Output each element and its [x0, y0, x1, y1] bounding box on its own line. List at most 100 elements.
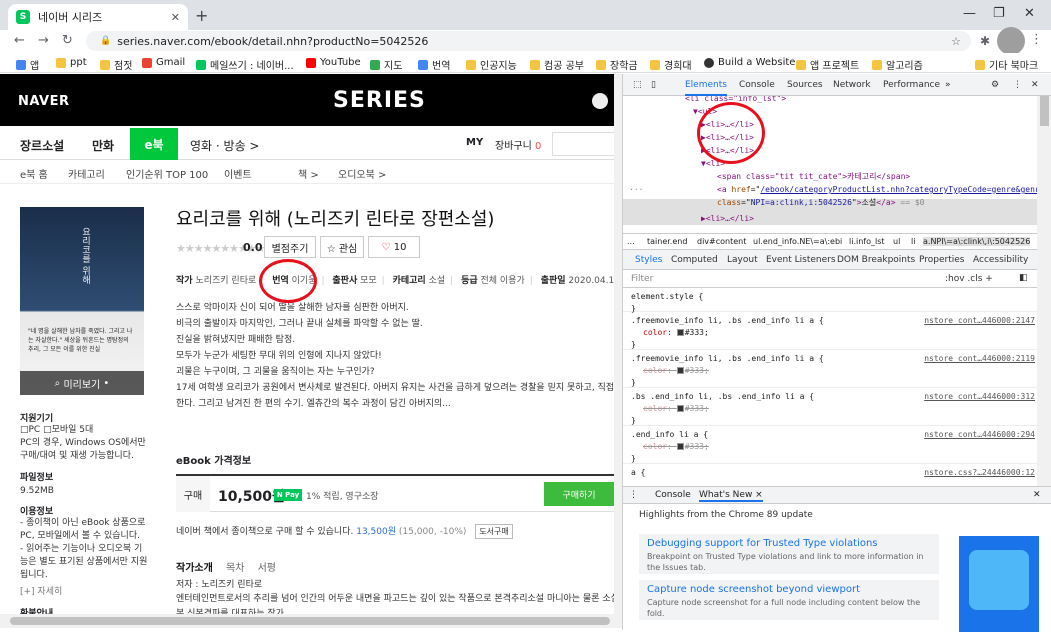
- dom-node[interactable]: ▶<li>…</li>: [701, 212, 754, 225]
- tab-console[interactable]: Console: [739, 80, 775, 90]
- settings-gear-icon[interactable]: ⚙: [991, 80, 999, 90]
- scroll-thumb[interactable]: [10, 617, 610, 625]
- toggle-sidebar-icon[interactable]: ◧: [1019, 273, 1028, 283]
- paper-buy-button[interactable]: 도서구매: [475, 524, 513, 539]
- buy-button[interactable]: 구매하기: [544, 482, 614, 506]
- bookmark-star-icon[interactable]: ☆: [951, 35, 961, 48]
- whats-new-card[interactable]: Capture node screenshot beyond viewport …: [639, 580, 939, 620]
- bookmark-item[interactable]: Gmail: [142, 57, 185, 68]
- dom-selected-node-cont[interactable]: class="NPI=a:clink,i:5042526">소설</a> == …: [717, 196, 924, 209]
- css-rule[interactable]: a { nstore.css?…24446000:12: [623, 464, 1037, 483]
- bookmark-item[interactable]: 경희대: [650, 57, 692, 72]
- minimize-icon[interactable]: —: [963, 6, 976, 21]
- color-swatch[interactable]: [676, 443, 684, 450]
- cat-ebook[interactable]: e북: [130, 128, 178, 160]
- dom-node[interactable]: <span class="tit tit_cate">카테고리</span>: [717, 170, 910, 183]
- meta-author[interactable]: 노리즈키 린타로: [195, 276, 256, 286]
- browser-tab[interactable]: S 네이버 시리즈 ✕: [8, 4, 188, 30]
- tab-review[interactable]: 서평: [258, 563, 276, 574]
- cat-genre-novel[interactable]: 장르소설: [20, 137, 64, 154]
- bookmark-item[interactable]: 알고리즘: [872, 57, 923, 72]
- bookmark-item[interactable]: ppt: [56, 57, 87, 68]
- css-rule[interactable]: .bs .end_info li, .bs .end_info li a { c…: [623, 388, 1037, 426]
- tab-accessibility[interactable]: Accessibility: [973, 255, 1028, 265]
- device-toggle-icon[interactable]: ▯: [651, 80, 656, 90]
- my-link[interactable]: MY: [466, 137, 483, 148]
- drawer-menu-icon[interactable]: ⋮: [629, 490, 638, 500]
- bookmark-item[interactable]: 지도: [370, 57, 402, 72]
- preview-button[interactable]: ⌕ 미리보기 •: [20, 371, 144, 395]
- tab-properties[interactable]: Properties: [919, 255, 964, 265]
- new-tab-icon[interactable]: +: [195, 6, 208, 25]
- whats-new-card[interactable]: Debugging support for Trusted Type viola…: [639, 534, 939, 574]
- tab-elements[interactable]: Elements: [685, 80, 727, 96]
- cat-comic[interactable]: 만화: [92, 137, 114, 154]
- close-window-icon[interactable]: ✕: [1024, 6, 1035, 21]
- bookmark-item[interactable]: 장학금: [596, 57, 638, 72]
- subnav-ebook-home[interactable]: e북 홈: [20, 166, 48, 181]
- tab-author-intro[interactable]: 작가소개: [176, 563, 213, 574]
- color-swatch[interactable]: [676, 405, 684, 412]
- meta-category[interactable]: 소설: [429, 276, 446, 286]
- subnav-book[interactable]: 책 >: [298, 166, 319, 181]
- tab-performance[interactable]: Performance: [883, 80, 940, 90]
- bookmark-item[interactable]: 점젓: [100, 57, 132, 72]
- bookmark-item[interactable]: 앱 프로젝트: [796, 57, 859, 72]
- heart-button[interactable]: ♡ 10: [368, 236, 420, 258]
- forward-icon[interactable]: →: [38, 33, 49, 48]
- color-swatch[interactable]: [676, 367, 684, 374]
- inspect-icon[interactable]: ⬚: [633, 80, 642, 90]
- tab-layout[interactable]: Layout: [727, 255, 758, 265]
- dom-selected-node[interactable]: <a href="/ebook/categoryProductList.nhn?…: [717, 183, 1037, 196]
- naver-logo[interactable]: NAVER: [18, 94, 70, 109]
- drawer-tab-console[interactable]: Console: [655, 490, 691, 500]
- close-devtools-icon[interactable]: ✕: [1031, 80, 1039, 90]
- bookmark-other[interactable]: 기타 북마크: [975, 57, 1038, 72]
- like-button[interactable]: ☆ 관심: [320, 236, 364, 258]
- user-icon[interactable]: [592, 93, 608, 109]
- profile-avatar[interactable]: [997, 27, 1025, 55]
- css-rule[interactable]: .freemovie_info li, .bs .end_info li a {…: [623, 350, 1037, 388]
- book-cover[interactable]: 요리코를 위해 "네 명을 살해한 남자를 죽였다. 그리고 나는 자살한다."…: [20, 207, 144, 395]
- devtools-menu-icon[interactable]: ⋮: [1013, 80, 1022, 90]
- drawer-tab-whats-new[interactable]: What's New ×: [699, 490, 763, 502]
- rate-button[interactable]: 별점주기: [264, 236, 316, 258]
- bookmark-item[interactable]: YouTube: [306, 57, 361, 68]
- filter-tools[interactable]: :hov .cls +: [945, 274, 993, 284]
- tab-toc[interactable]: 목차: [226, 563, 244, 574]
- close-drawer-icon[interactable]: ✕: [1033, 490, 1041, 500]
- series-logo[interactable]: SERIES: [333, 88, 426, 113]
- back-icon[interactable]: ←: [14, 33, 25, 48]
- close-tab-icon[interactable]: ✕: [171, 11, 180, 24]
- search-input[interactable]: [552, 132, 622, 156]
- css-rule[interactable]: .freemovie_info li, .bs .end_info li a {…: [623, 312, 1037, 350]
- css-rule[interactable]: .end_info li a { color: #333; } nstore_c…: [623, 426, 1037, 464]
- bookmark-item[interactable]: 메일쓰기 : 네이버...: [196, 57, 294, 72]
- cart-link[interactable]: 장바구니 0: [495, 137, 541, 152]
- selected-href[interactable]: /ebook/categoryProductList.nhn?categoryT…: [760, 185, 1037, 194]
- extensions-icon[interactable]: ✱: [980, 34, 990, 48]
- restore-icon[interactable]: ❐: [993, 6, 1005, 21]
- bookmark-item[interactable]: 번역: [418, 57, 450, 72]
- subnav-category[interactable]: 카테고리: [68, 166, 105, 181]
- tab-network[interactable]: Network: [833, 80, 871, 90]
- page-vertical-scrollbar[interactable]: [614, 74, 622, 614]
- bookmark-item[interactable]: 컴공 공부: [530, 57, 584, 72]
- subnav-audiobook[interactable]: 오디오북 >: [338, 166, 386, 181]
- url-bar[interactable]: 🔒 series.naver.com/ebook/detail.nhn?prod…: [86, 31, 971, 51]
- bookmark-item[interactable]: 인공지능: [466, 57, 517, 72]
- tab-styles[interactable]: Styles: [635, 255, 662, 265]
- tab-event-listeners[interactable]: Event Listeners: [766, 255, 836, 265]
- more-tabs-icon[interactable]: »: [945, 80, 951, 90]
- tab-dom-breakpoints[interactable]: DOM Breakpoints: [837, 255, 915, 265]
- bookmark-item[interactable]: Build a Website: [704, 57, 795, 68]
- page-horizontal-scrollbar[interactable]: [0, 614, 622, 628]
- filter-input[interactable]: Filter: [631, 274, 653, 284]
- meta-publisher[interactable]: 모모: [360, 276, 377, 286]
- tab-sources[interactable]: Sources: [787, 80, 823, 90]
- tab-computed[interactable]: Computed: [671, 255, 718, 265]
- reload-icon[interactable]: ↻: [62, 33, 73, 48]
- cat-movie[interactable]: 영화 · 방송 >: [190, 137, 259, 154]
- color-swatch[interactable]: [676, 329, 684, 336]
- scroll-thumb[interactable]: [1040, 96, 1049, 126]
